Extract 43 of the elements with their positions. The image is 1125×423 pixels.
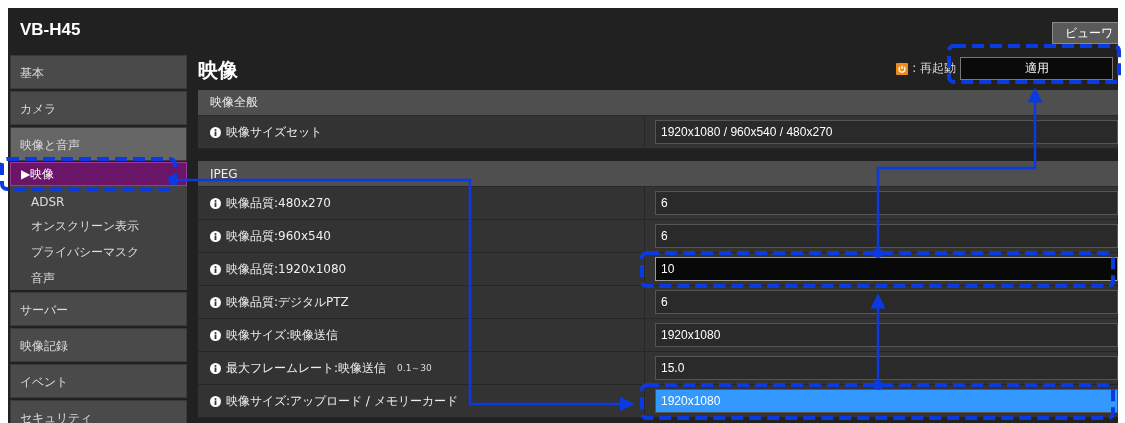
setting-label: 映像品質:960x540: [226, 227, 331, 245]
sidebar-subitem[interactable]: ADSR: [10, 186, 187, 212]
setting-label: 映像サイズセット: [226, 123, 322, 141]
power-icon: [896, 62, 909, 75]
sidebar-item[interactable]: 映像と音声: [10, 127, 187, 161]
page-title: 映像: [198, 57, 238, 84]
setting-input-field[interactable]: 6: [655, 191, 1118, 215]
viewer-button[interactable]: ビューワ: [1052, 22, 1118, 44]
info-icon[interactable]: [210, 296, 221, 308]
sidebar-subitem[interactable]: ▶映像: [10, 162, 187, 186]
sidebar-subitem[interactable]: オンスクリーン表示: [10, 212, 187, 238]
info-icon[interactable]: [210, 126, 221, 138]
setting-label: 映像品質:480x270: [226, 194, 331, 212]
setting-input-field[interactable]: 15.0: [655, 356, 1118, 380]
sidebar-item[interactable]: サーバー: [10, 292, 187, 326]
setting-label: 映像サイズ:映像送信: [226, 326, 339, 344]
setting-label: 映像品質:1920x1080: [226, 260, 347, 278]
info-icon[interactable]: [210, 197, 221, 209]
sidebar-item[interactable]: 基本: [10, 55, 187, 89]
info-icon[interactable]: [210, 263, 221, 275]
setting-label: 最大フレームレート:映像送信: [226, 359, 387, 377]
device-model-title: VB-H45: [19, 20, 81, 41]
sidebar-item[interactable]: セキュリティ: [10, 400, 187, 423]
info-icon[interactable]: [210, 329, 221, 341]
range-hint: 0.1～30: [397, 361, 432, 375]
setting-input-field[interactable]: 6: [655, 224, 1118, 248]
setting-input-field[interactable]: 1920x1080: [655, 323, 1118, 347]
info-icon[interactable]: [210, 362, 221, 374]
setting-input-field[interactable]: 10: [655, 257, 1118, 281]
sidebar-item[interactable]: イベント: [10, 364, 187, 398]
sidebar-item[interactable]: 映像記録: [10, 328, 187, 362]
setting-label: 映像サイズ:アップロード / メモリーカード: [226, 392, 458, 410]
info-icon[interactable]: [210, 230, 221, 242]
setting-label: 映像品質:デジタルPTZ: [226, 293, 349, 311]
sidebar-item[interactable]: カメラ: [10, 91, 187, 125]
sidebar-subitem[interactable]: 音声: [10, 264, 187, 290]
info-icon[interactable]: [210, 395, 221, 407]
section-header: JPEG: [198, 161, 1118, 187]
section-header: 映像全般: [198, 90, 1118, 116]
apply-button[interactable]: 適用: [960, 57, 1113, 80]
sidebar-subitem[interactable]: プライバシーマスク: [10, 238, 187, 264]
setting-input-field[interactable]: 6: [655, 290, 1118, 314]
setting-input-field[interactable]: 1920x1080 / 960x540 / 480x270: [655, 120, 1118, 144]
